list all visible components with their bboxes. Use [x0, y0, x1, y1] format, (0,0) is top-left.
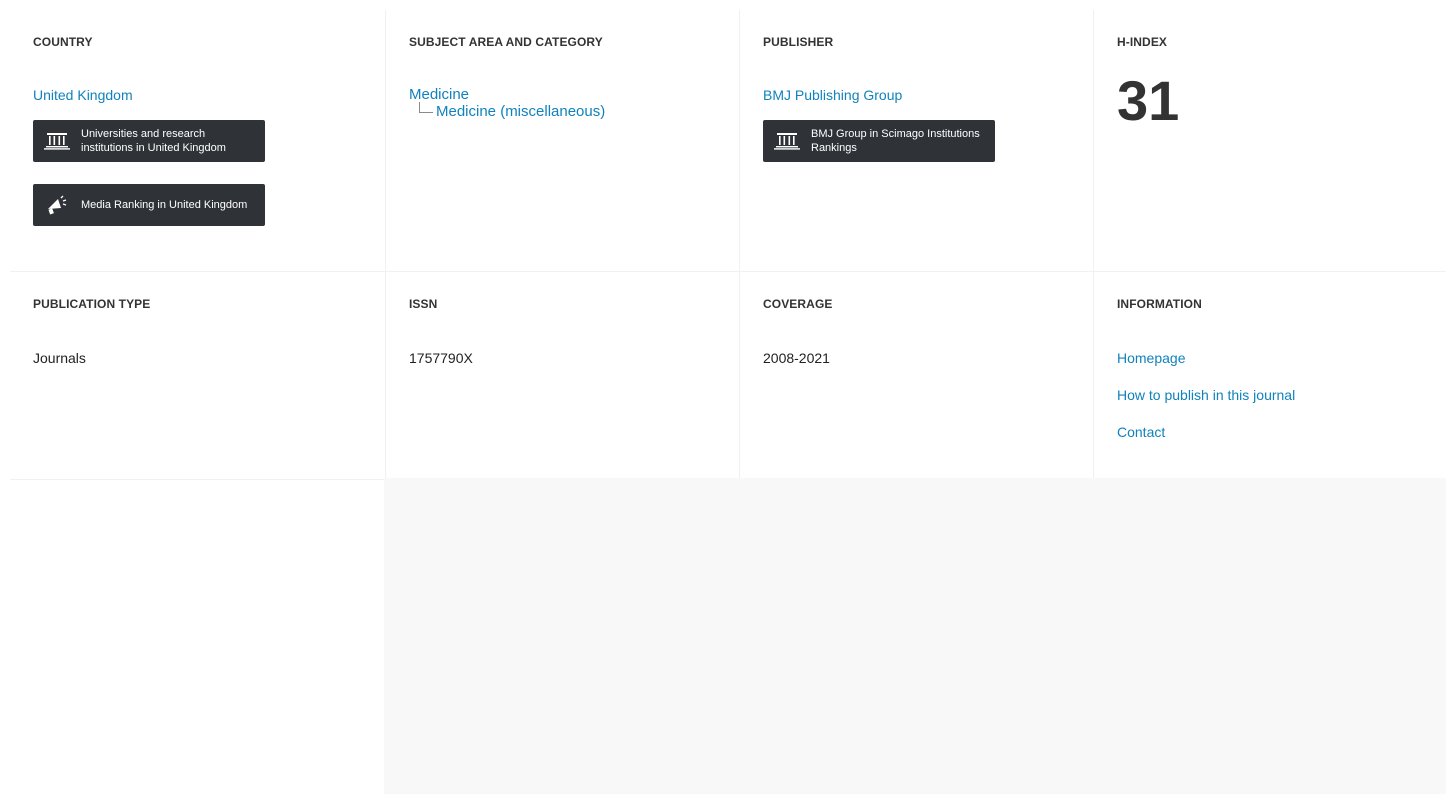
hindex-cell: H-INDEX 31 [1094, 10, 1446, 271]
subject-category-item: Medicine (miscellaneous) [419, 102, 739, 120]
megaphone-icon [43, 194, 71, 216]
publication-type-heading: PUBLICATION TYPE [33, 297, 151, 311]
issn-cell: ISSN 1757790X [386, 272, 740, 479]
journal-info-grid: COUNTRY United Kingdom Universities and … [10, 10, 1446, 480]
institution-icon [43, 130, 71, 152]
information-links: Homepage How to publish in this journal … [1117, 350, 1446, 440]
publication-type-value: Journals [33, 350, 86, 366]
content-panel [384, 478, 1446, 794]
hindex-heading: H-INDEX [1117, 35, 1168, 49]
contact-link[interactable]: Contact [1117, 424, 1446, 440]
media-ranking-label: Media Ranking in United Kingdom [81, 199, 248, 211]
publisher-heading: PUBLISHER [763, 35, 834, 49]
information-cell: INFORMATION Homepage How to publish in t… [1094, 272, 1446, 479]
publication-type-cell: PUBLICATION TYPE Journals [10, 272, 386, 479]
info-row-2: PUBLICATION TYPE Journals ISSN 1757790X … [10, 272, 1446, 480]
country-cell: COUNTRY United Kingdom Universities and … [10, 10, 386, 271]
universities-ranking-button[interactable]: Universities and research institutions i… [33, 120, 265, 162]
coverage-heading: COVERAGE [763, 297, 833, 311]
info-row-1: COUNTRY United Kingdom Universities and … [10, 10, 1446, 272]
coverage-value: 2008-2021 [763, 350, 830, 366]
subject-category-link[interactable]: Medicine (miscellaneous) [436, 103, 605, 120]
institution-icon [773, 130, 801, 152]
how-to-publish-link[interactable]: How to publish in this journal [1117, 387, 1446, 403]
subject-area-heading: SUBJECT AREA AND CATEGORY [409, 35, 603, 49]
subject-area-cell: SUBJECT AREA AND CATEGORY Medicine Medic… [386, 10, 740, 271]
publisher-cell: PUBLISHER BMJ Publishing Group BMJ Group… [740, 10, 1094, 271]
country-link[interactable]: United Kingdom [33, 87, 385, 103]
issn-value: 1757790X [409, 350, 473, 366]
coverage-cell: COVERAGE 2008-2021 [740, 272, 1094, 479]
media-ranking-button[interactable]: Media Ranking in United Kingdom [33, 184, 265, 226]
subject-area-link[interactable]: Medicine [409, 86, 739, 103]
universities-ranking-label: Universities and research institutions i… [81, 128, 226, 154]
tree-connector-icon [419, 102, 433, 113]
publisher-link[interactable]: BMJ Publishing Group [763, 87, 1093, 103]
publisher-institution-ranking-label: BMJ Group in Scimago Institutions Rankin… [811, 128, 980, 154]
homepage-link[interactable]: Homepage [1117, 350, 1446, 366]
hindex-value: 31 [1117, 69, 1180, 132]
country-heading: COUNTRY [33, 35, 93, 49]
information-heading: INFORMATION [1117, 297, 1202, 311]
issn-heading: ISSN [409, 297, 438, 311]
publisher-institution-ranking-button[interactable]: BMJ Group in Scimago Institutions Rankin… [763, 120, 995, 162]
